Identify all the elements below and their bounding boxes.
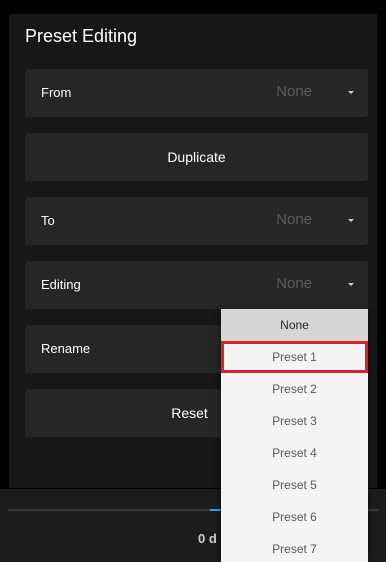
rename-label: Rename	[41, 341, 91, 356]
dropdown-option-preset-1[interactable]: Preset 1	[221, 341, 368, 373]
dropdown-option-preset-6[interactable]: Preset 6	[221, 501, 368, 533]
dropdown-option-preset-2[interactable]: Preset 2	[221, 373, 368, 405]
dropdown-option-preset-5[interactable]: Preset 5	[221, 469, 368, 501]
dropdown-option-preset-3[interactable]: Preset 3	[221, 405, 368, 437]
from-select[interactable]: From None	[25, 69, 368, 117]
chevron-down-icon	[348, 91, 354, 94]
level-readout: 0 d	[198, 531, 217, 546]
to-select[interactable]: To None	[25, 197, 368, 245]
duplicate-button[interactable]: Duplicate	[25, 133, 368, 181]
editing-label: Editing	[41, 277, 81, 292]
editing-value: None	[276, 275, 312, 292]
editing-select[interactable]: Editing None	[25, 261, 368, 309]
chevron-down-icon	[348, 283, 354, 286]
dropdown-option-preset-7[interactable]: Preset 7	[221, 533, 368, 562]
to-label: To	[41, 213, 55, 228]
duplicate-label: Duplicate	[167, 149, 226, 165]
to-value: None	[276, 211, 312, 228]
preset-dropdown-menu: None Preset 1 Preset 2 Preset 3 Preset 4…	[221, 309, 368, 562]
from-label: From	[41, 85, 72, 100]
dropdown-option-none[interactable]: None	[221, 309, 368, 341]
dropdown-option-preset-4[interactable]: Preset 4	[221, 437, 368, 469]
panel-title: Preset Editing	[25, 26, 138, 46]
chevron-down-icon	[348, 219, 354, 222]
from-value: None	[276, 83, 312, 100]
